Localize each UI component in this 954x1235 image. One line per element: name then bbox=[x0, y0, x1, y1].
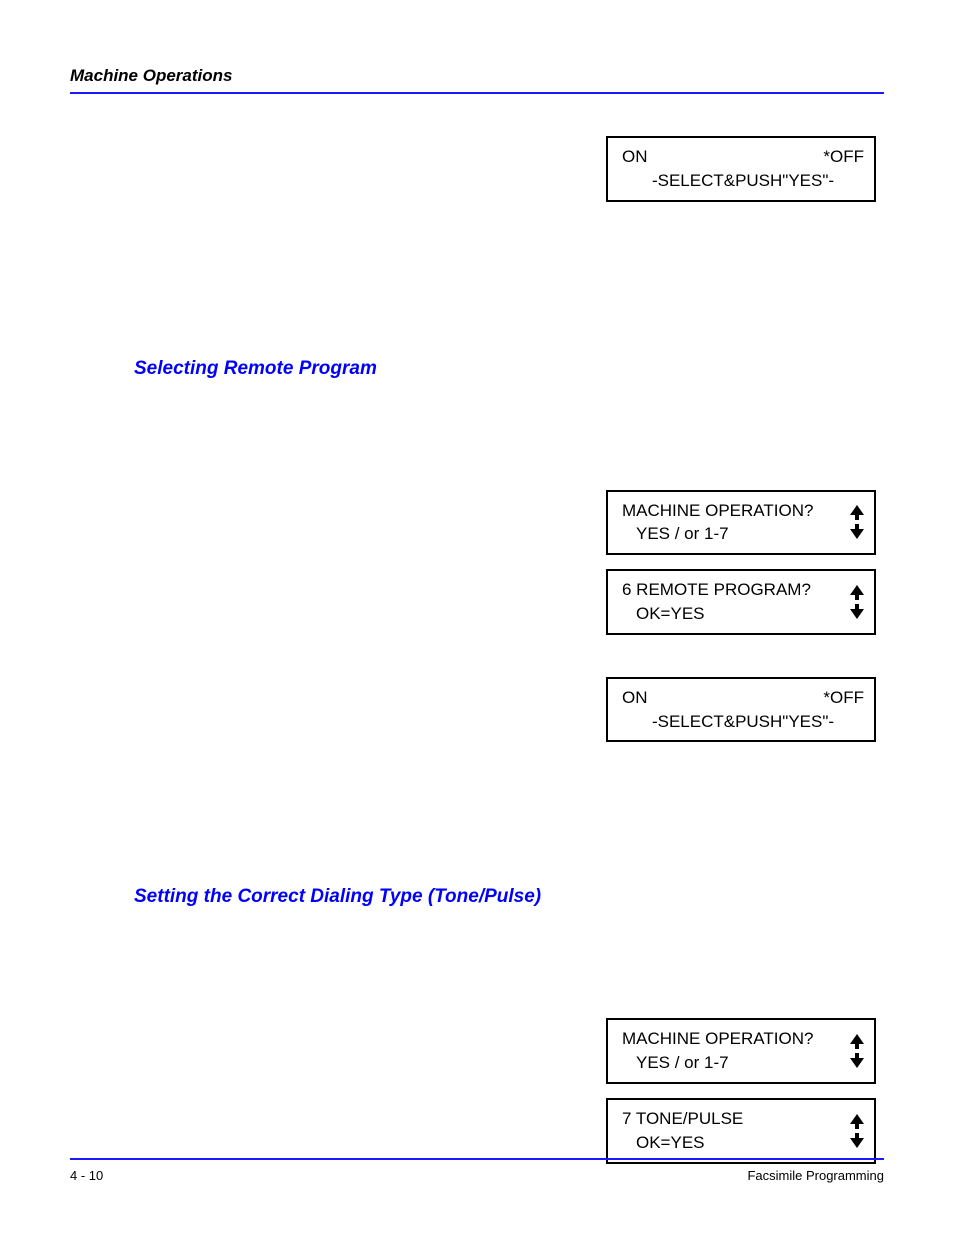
footer-section: Facsimile Programming bbox=[747, 1168, 884, 1183]
page-number: 4 - 10 bbox=[70, 1168, 103, 1183]
section-heading-remote-program: Selecting Remote Program bbox=[134, 358, 884, 380]
lcd-line1: 7 TONE/PULSE bbox=[622, 1107, 838, 1131]
lcd-display-remote-program: 6 REMOTE PROGRAM? OK=YES bbox=[606, 569, 876, 635]
lcd-line2: OK=YES bbox=[622, 1131, 838, 1155]
select-push-prompt: -SELECT&PUSH"YES"- bbox=[622, 169, 864, 193]
option-off: *OFF bbox=[823, 686, 864, 710]
lcd-line1: MACHINE OPERATION? bbox=[622, 499, 838, 523]
lcd-line1: MACHINE OPERATION? bbox=[622, 1027, 838, 1051]
lcd-line2: OK=YES bbox=[622, 602, 838, 626]
option-on: ON bbox=[622, 686, 648, 710]
lcd-display-machine-operation: MACHINE OPERATION? YES / or 1-7 bbox=[606, 490, 876, 556]
up-down-arrows-icon bbox=[850, 505, 864, 539]
lcd-line2: YES / or 1-7 bbox=[622, 522, 838, 546]
select-push-prompt: -SELECT&PUSH"YES"- bbox=[622, 710, 864, 734]
option-on: ON bbox=[622, 145, 648, 169]
page-header: Machine Operations bbox=[70, 66, 884, 94]
option-off: *OFF bbox=[823, 145, 864, 169]
header-title: Machine Operations bbox=[70, 66, 232, 85]
lcd-display-tone-pulse: 7 TONE/PULSE OK=YES bbox=[606, 1098, 876, 1164]
page-footer: 4 - 10 Facsimile Programming bbox=[70, 1158, 884, 1183]
up-down-arrows-icon bbox=[850, 1114, 864, 1148]
section-heading-tone-pulse: Setting the Correct Dialing Type (Tone/P… bbox=[134, 886, 884, 908]
lcd-display-select-off: ON *OFF -SELECT&PUSH"YES"- bbox=[606, 136, 876, 202]
lcd-line1: 6 REMOTE PROGRAM? bbox=[622, 578, 838, 602]
lcd-line2: YES / or 1-7 bbox=[622, 1051, 838, 1075]
lcd-display-machine-operation-2: MACHINE OPERATION? YES / or 1-7 bbox=[606, 1018, 876, 1084]
up-down-arrows-icon bbox=[850, 1034, 864, 1068]
up-down-arrows-icon bbox=[850, 585, 864, 619]
lcd-display-select-off-2: ON *OFF -SELECT&PUSH"YES"- bbox=[606, 677, 876, 743]
